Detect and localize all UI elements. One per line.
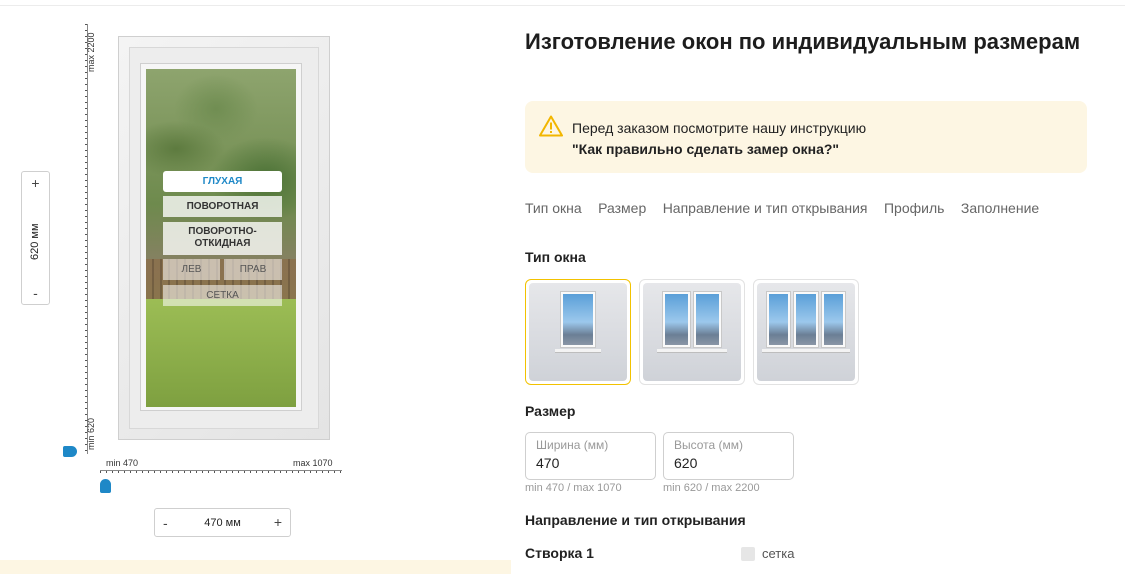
double-sash-window-icon xyxy=(643,283,741,381)
width-stepper-value: 470 мм xyxy=(204,517,241,529)
page-title: Изготовление окон по индивидуальным разм… xyxy=(525,29,1081,54)
pane-2 xyxy=(693,291,722,348)
single-sash-window-icon xyxy=(529,283,627,381)
option-mosquito-net[interactable]: СЕТКА xyxy=(163,285,282,306)
width-field-label: Ширина (мм) xyxy=(536,438,609,452)
instruction-notice: Перед заказом посмотрите нашу инструкцию… xyxy=(525,101,1087,173)
width-ruler xyxy=(100,470,342,478)
window-configurator: max 2200 min 620 + 620 мм - ГЛУХАЯ ПОВОР… xyxy=(0,0,512,574)
pane-2 xyxy=(793,291,819,348)
window-type-triple-card[interactable] xyxy=(753,279,859,385)
tab-window-type[interactable]: Тип окна xyxy=(525,200,582,216)
height-field: Высота (мм) xyxy=(663,432,794,480)
height-stepper: + 620 мм - xyxy=(21,171,50,305)
pane-1 xyxy=(662,291,691,348)
height-minus-button[interactable]: - xyxy=(22,285,49,301)
opening-direction-heading: Направление и тип открывания xyxy=(525,512,746,528)
option-fixed-sash[interactable]: ГЛУХАЯ xyxy=(163,171,282,192)
height-stepper-value: 620 мм xyxy=(29,223,41,260)
height-slider-handle[interactable] xyxy=(63,446,77,457)
triple-sash-window-icon xyxy=(757,283,855,381)
height-max-label: max 2200 xyxy=(86,32,96,72)
tab-filling[interactable]: Заполнение xyxy=(961,200,1039,216)
notice-text: Перед заказом посмотрите нашу инструкцию xyxy=(572,120,867,136)
option-turn-sash[interactable]: ПОВОРОТНАЯ xyxy=(163,196,282,217)
window-type-double-card[interactable] xyxy=(639,279,745,385)
height-ruler xyxy=(80,24,88,454)
mosquito-net-checkbox[interactable] xyxy=(741,547,755,561)
measure-instruction-link[interactable]: "Как правильно сделать замер окна?" xyxy=(572,141,839,157)
window-sill xyxy=(762,349,850,353)
window-sill xyxy=(555,349,601,353)
pane-1 xyxy=(560,291,596,348)
warning-icon xyxy=(539,115,563,137)
bottom-info-strip xyxy=(0,560,511,574)
width-max-label: max 1070 xyxy=(293,458,333,468)
option-left-hinge[interactable]: ЛЕВ xyxy=(163,259,220,280)
width-slider-handle[interactable] xyxy=(100,479,111,493)
tab-profile[interactable]: Профиль xyxy=(884,200,944,216)
section-tabs: Тип окна Размер Направление и тип открыв… xyxy=(525,200,1087,222)
width-input[interactable] xyxy=(536,455,646,471)
option-tilt-turn-sash[interactable]: ПОВОРОТНО-ОТКИДНАЯ xyxy=(163,222,282,255)
width-plus-button[interactable]: + xyxy=(274,514,282,530)
width-range-hint: min 470 / max 1070 xyxy=(525,482,622,494)
height-range-hint: min 620 / max 2200 xyxy=(663,482,760,494)
sash-1-label: Створка 1 xyxy=(525,545,594,561)
height-field-label: Высота (мм) xyxy=(674,438,744,452)
width-stepper: - 470 мм + xyxy=(154,508,291,537)
pane-3 xyxy=(821,291,846,348)
width-min-label: min 470 xyxy=(106,458,139,468)
tab-opening-direction[interactable]: Направление и тип открывания xyxy=(663,200,868,216)
mosquito-net-label: сетка xyxy=(762,546,795,561)
height-min-label: min 620 xyxy=(86,417,96,450)
pane-1 xyxy=(766,291,791,348)
glass-background-lawn xyxy=(146,299,296,407)
window-sill xyxy=(657,349,727,353)
height-plus-button[interactable]: + xyxy=(22,175,49,191)
tab-size[interactable]: Размер xyxy=(598,200,646,216)
width-field: Ширина (мм) xyxy=(525,432,656,480)
window-type-single-card[interactable] xyxy=(525,279,631,385)
option-right-hinge[interactable]: ПРАВ xyxy=(224,259,282,280)
window-type-heading: Тип окна xyxy=(525,249,586,265)
size-heading: Размер xyxy=(525,403,576,419)
height-input[interactable] xyxy=(674,455,784,471)
